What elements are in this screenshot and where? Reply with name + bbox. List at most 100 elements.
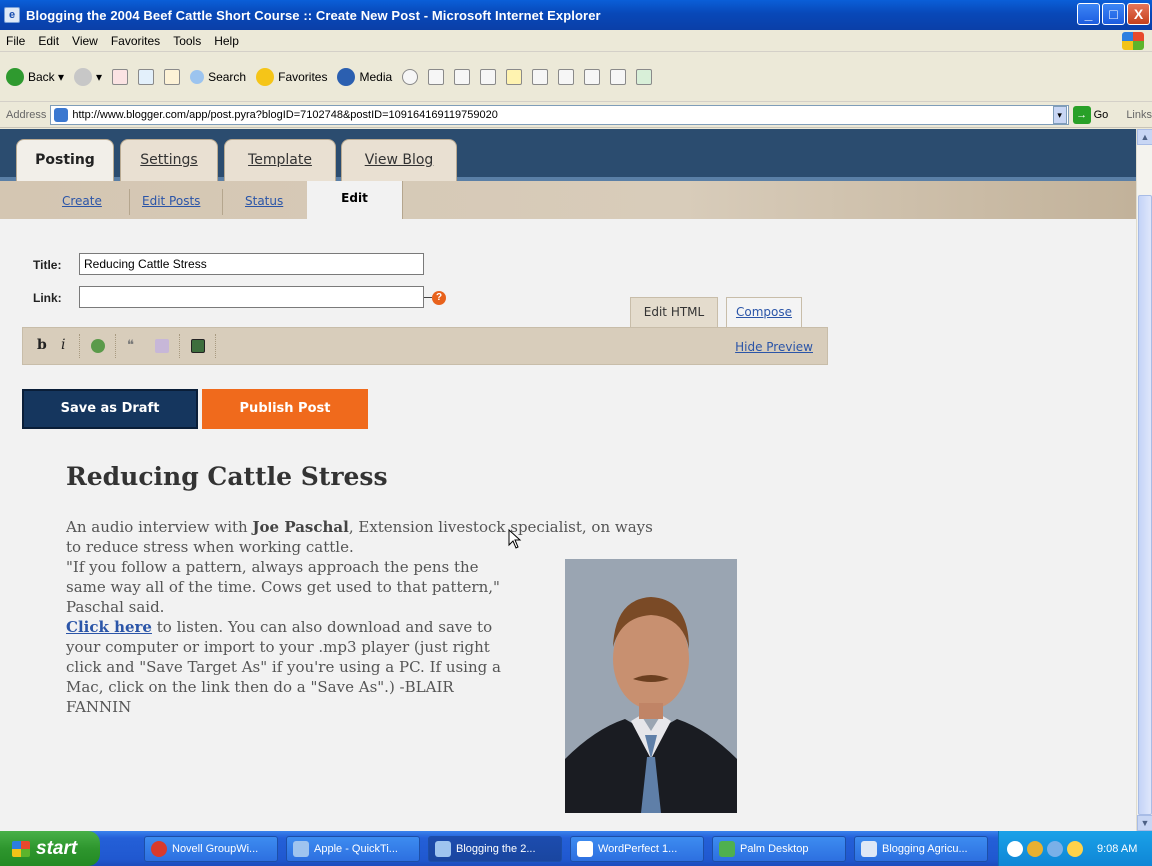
tab-posting[interactable]: Posting	[16, 139, 114, 183]
document-icon	[861, 840, 877, 857]
link-label: Link:	[33, 291, 62, 305]
browser-toolbar: Back ▾ ▾ Search Favorites Media	[0, 52, 1152, 102]
search-button[interactable]: Search	[190, 69, 246, 84]
bold-button[interactable]: b	[37, 337, 47, 353]
favorites-button[interactable]: Favorites	[256, 67, 327, 86]
minimize-button[interactable]: _	[1077, 3, 1100, 25]
home-icon[interactable]	[164, 68, 181, 85]
forward-button[interactable]: ▾	[74, 67, 102, 86]
tray-expand-icon[interactable]	[1007, 840, 1023, 857]
subtab-status[interactable]: Status	[245, 194, 283, 208]
editor-toolbar: b i ❝ Hide Preview	[22, 327, 828, 365]
mail-icon[interactable]	[428, 68, 445, 85]
close-button[interactable]: X	[1127, 3, 1150, 25]
links-button[interactable]: Links	[1126, 109, 1152, 121]
blogger-header: Posting Settings Template View Blog	[0, 129, 1136, 183]
link-input[interactable]	[79, 286, 424, 308]
star-icon	[256, 67, 275, 86]
wordperfect-icon	[577, 840, 593, 857]
task-apple-quicktime[interactable]: Apple - QuickTi...	[286, 835, 420, 862]
start-button[interactable]: start	[0, 831, 100, 866]
media-button[interactable]: Media	[337, 67, 392, 86]
link-icon[interactable]	[91, 339, 105, 353]
system-tray: 9:08 AM	[998, 831, 1152, 866]
tray-network-icon[interactable]	[1027, 840, 1043, 857]
back-button[interactable]: Back ▾	[6, 67, 64, 86]
page-content: Posting Settings Template View Blog Crea…	[0, 129, 1136, 831]
menu-view[interactable]: View	[72, 34, 98, 48]
subtab-edit-posts[interactable]: Edit Posts	[142, 194, 200, 208]
go-arrow-icon: →	[1072, 105, 1091, 124]
menu-edit[interactable]: Edit	[38, 34, 59, 48]
research-icon[interactable]	[532, 68, 549, 85]
stop-icon[interactable]	[112, 68, 129, 85]
ie-icon	[293, 840, 309, 857]
save-as-draft-button[interactable]: Save as Draft	[22, 389, 198, 429]
publish-post-button[interactable]: Publish Post	[202, 389, 368, 429]
task-novell[interactable]: Novell GroupWi...	[144, 835, 278, 862]
ie-icon	[435, 840, 451, 857]
address-label: Address	[6, 108, 47, 121]
sub-navigation: Create Edit Posts Status Edit	[0, 181, 1136, 219]
window-title-bar: e Blogging the 2004 Beef Cattle Short Co…	[0, 0, 1152, 30]
hide-preview-link[interactable]: Hide Preview	[735, 340, 813, 354]
address-url: http://www.blogger.com/app/post.pyra?blo…	[72, 108, 498, 121]
menu-tools[interactable]: Tools	[173, 34, 201, 48]
address-input[interactable]: http://www.blogger.com/app/post.pyra?blo…	[50, 104, 1069, 125]
go-button[interactable]: → Go	[1072, 105, 1108, 124]
forward-arrow-icon	[74, 67, 93, 86]
windows-flag-icon	[12, 840, 30, 857]
task-blogging-agriculture[interactable]: Blogging Agricu...	[854, 835, 988, 862]
menu-favorites[interactable]: Favorites	[111, 34, 160, 48]
discuss-icon[interactable]	[506, 68, 523, 85]
task-wordperfect[interactable]: WordPerfect 1...	[570, 835, 704, 862]
blockquote-icon[interactable]: ❝	[127, 337, 134, 353]
window-title: Blogging the 2004 Beef Cattle Short Cour…	[26, 7, 601, 23]
tab-template[interactable]: Template	[224, 139, 336, 181]
scroll-thumb[interactable]	[1138, 195, 1152, 815]
edit-icon[interactable]	[480, 68, 497, 85]
subtab-edit[interactable]: Edit	[307, 181, 403, 219]
menu-file[interactable]: File	[6, 34, 25, 48]
subtab-create[interactable]: Create	[62, 194, 102, 208]
image-icon[interactable]	[191, 339, 205, 353]
people-icon[interactable]	[636, 68, 653, 85]
tab-edit-html[interactable]: Edit HTML	[630, 297, 718, 327]
task-blogging-ie[interactable]: Blogging the 2...	[428, 835, 562, 862]
scroll-down-icon[interactable]: ▼	[1137, 815, 1152, 831]
menu-help[interactable]: Help	[214, 34, 239, 48]
address-bar: Address http://www.blogger.com/app/post.…	[0, 102, 1152, 128]
clock: 9:08 AM	[1097, 842, 1138, 855]
tab-compose[interactable]: Compose	[726, 297, 802, 327]
tab-view-blog[interactable]: View Blog	[341, 139, 457, 181]
groupwise-icon	[151, 840, 167, 857]
page-icon	[54, 107, 69, 122]
tool-icon[interactable]	[584, 68, 601, 85]
back-arrow-icon	[6, 67, 24, 86]
address-dropdown-icon[interactable]: ▾	[1052, 105, 1067, 124]
vertical-scrollbar[interactable]: ▲ ▼	[1136, 129, 1152, 831]
spellcheck-icon[interactable]	[155, 339, 169, 353]
maximize-button[interactable]: □	[1102, 3, 1125, 25]
windows-logo-icon	[1122, 32, 1144, 50]
help-icon[interactable]: ?	[432, 291, 446, 305]
msn-icon[interactable]	[610, 68, 627, 85]
print-icon[interactable]	[454, 68, 471, 85]
refresh-icon[interactable]	[138, 68, 155, 85]
scroll-up-icon[interactable]: ▲	[1137, 129, 1152, 145]
messenger-icon[interactable]	[558, 68, 575, 85]
click-here-link[interactable]: Click here	[66, 618, 152, 636]
title-input[interactable]: Reducing Cattle Stress	[79, 253, 424, 275]
media-icon	[337, 67, 356, 86]
menu-bar: File Edit View Favorites Tools Help	[0, 30, 1152, 52]
task-palm-desktop[interactable]: Palm Desktop	[712, 835, 846, 862]
tray-sync-icon[interactable]	[1047, 840, 1063, 857]
italic-button[interactable]: i	[61, 337, 65, 353]
ie-icon: e	[4, 7, 20, 23]
tray-volume-icon[interactable]	[1067, 840, 1083, 857]
palm-icon	[719, 840, 735, 857]
interviewee-name: Joe Paschal	[252, 518, 349, 536]
history-icon[interactable]	[402, 68, 419, 85]
portrait-photo	[565, 559, 737, 813]
tab-settings[interactable]: Settings	[120, 139, 218, 181]
